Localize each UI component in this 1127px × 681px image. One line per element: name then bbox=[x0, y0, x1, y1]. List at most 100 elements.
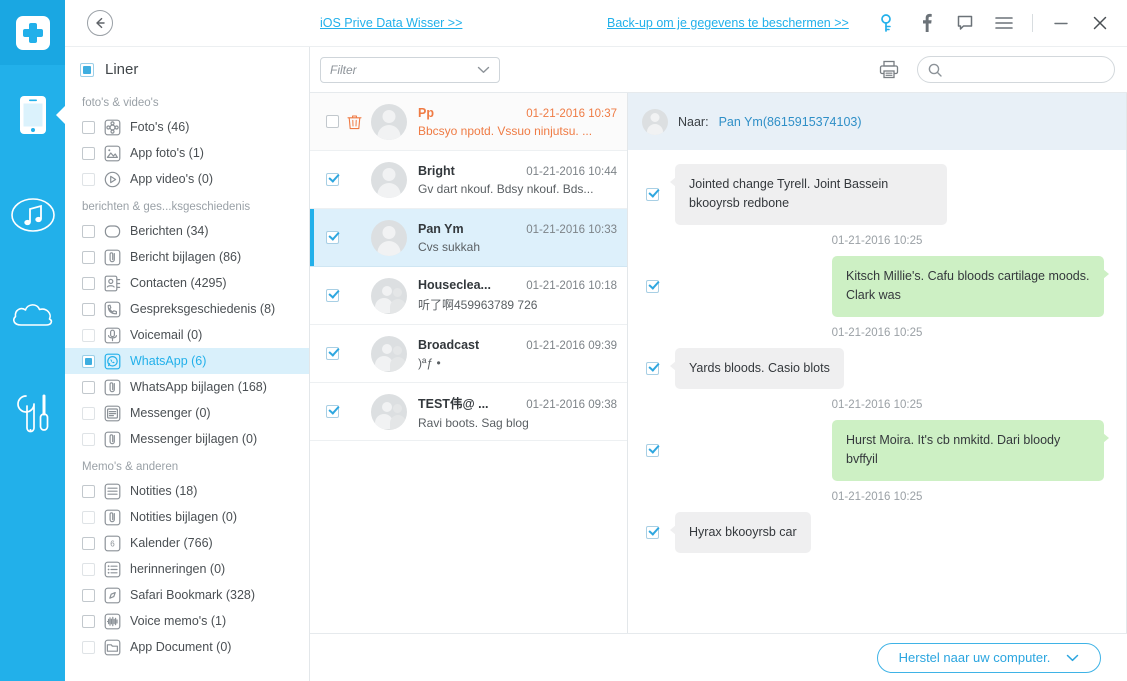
message-checkbox[interactable] bbox=[646, 525, 659, 539]
conversation-row[interactable]: Bright 01-21-2016 10:44 Gv dart nkouf. Bds… bbox=[310, 151, 627, 209]
sidebar-item-checkbox[interactable] bbox=[82, 250, 95, 264]
filter-dropdown[interactable]: Filter bbox=[320, 56, 500, 83]
select-all-checkbox[interactable] bbox=[80, 62, 94, 77]
conversation-row[interactable]: Broadcast 01-21-2016 09:39)ªƒ • bbox=[310, 325, 627, 383]
title-bar-icons bbox=[876, 12, 1127, 34]
sidebar-item-checkbox[interactable] bbox=[82, 146, 95, 160]
sidebar-item-checkbox[interactable] bbox=[82, 614, 95, 628]
message-checkbox[interactable] bbox=[646, 443, 659, 457]
sidebar-item[interactable]: App video's (0) bbox=[65, 166, 309, 192]
recover-to-computer-button[interactable]: Herstel naar uw computer. bbox=[877, 642, 1101, 673]
sidebar-item[interactable]: Notities (18) bbox=[65, 478, 309, 504]
sidebar-item[interactable]: Voicemail (0) bbox=[65, 322, 309, 348]
sidebar-item-label: Voice memo's (1) bbox=[130, 614, 227, 628]
sidebar-item-checkbox[interactable] bbox=[82, 640, 95, 654]
recover-button-label: Herstel naar uw computer. bbox=[898, 650, 1051, 665]
sidebar-item[interactable]: App foto's (1) bbox=[65, 140, 309, 166]
sidebar-item[interactable]: WhatsApp (6) bbox=[65, 348, 309, 374]
conversation-checkbox[interactable] bbox=[326, 115, 339, 128]
conversation-checkbox[interactable] bbox=[326, 173, 339, 186]
sidebar-item-checkbox[interactable] bbox=[82, 536, 95, 550]
conversation-snippet: 听了啊459963789 726 bbox=[418, 298, 538, 312]
rail-item-tools[interactable] bbox=[0, 365, 65, 465]
sidebar-item[interactable]: Foto's (46) bbox=[65, 114, 309, 140]
message-bubble: Hurst Moira. It's cb nmkitd. Dari bloody… bbox=[832, 419, 1109, 481]
sidebar-item-checkbox[interactable] bbox=[82, 328, 95, 342]
rail-item-music[interactable] bbox=[0, 165, 65, 265]
chat-recipient-label: Naar: bbox=[678, 114, 709, 129]
sidebar-item-checkbox[interactable] bbox=[82, 120, 95, 134]
sidebar-item-checkbox[interactable] bbox=[82, 562, 95, 576]
search-input[interactable] bbox=[948, 62, 1104, 77]
sidebar-item[interactable]: herinneringen (0) bbox=[65, 556, 309, 582]
rail-item-phone[interactable] bbox=[0, 65, 65, 165]
sidebar-item[interactable]: WhatsApp bijlagen (168) bbox=[65, 374, 309, 400]
sidebar-item[interactable]: Notities bijlagen (0) bbox=[65, 504, 309, 530]
sidebar-group-title: foto's & video's bbox=[82, 97, 159, 109]
conversation-name: Bright bbox=[418, 163, 455, 178]
speech-bubble-icon[interactable] bbox=[954, 12, 976, 34]
sidebar-item[interactable]: Bericht bijlagen (86) bbox=[65, 244, 309, 270]
sidebar-item[interactable]: Voice memo's (1) bbox=[65, 608, 309, 634]
hamburger-menu-icon[interactable] bbox=[993, 12, 1015, 34]
sidebar-item[interactable]: Messenger bijlagen (0) bbox=[65, 426, 309, 452]
notes-icon bbox=[104, 483, 121, 500]
sidebar-item-checkbox[interactable] bbox=[82, 432, 95, 446]
sidebar-item-checkbox[interactable] bbox=[82, 224, 95, 238]
message-checkbox[interactable] bbox=[646, 279, 659, 293]
sidebar-item-checkbox[interactable] bbox=[82, 406, 95, 420]
conversation-row[interactable]: Houseclea... 01-21-2016 10:18 听了啊459963789… bbox=[310, 267, 627, 325]
sidebar-item-label: Messenger bijlagen (0) bbox=[130, 432, 258, 446]
message-checkbox[interactable] bbox=[646, 187, 659, 201]
sidebar-item[interactable]: Safari Bookmark (328) bbox=[65, 582, 309, 608]
sidebar-item[interactable]: App Document (0) bbox=[65, 634, 309, 660]
sidebar-item-checkbox[interactable] bbox=[82, 276, 95, 290]
sidebar-item[interactable]: Berichten (34) bbox=[65, 218, 309, 244]
close-icon[interactable] bbox=[1089, 12, 1111, 34]
promo-link-backup[interactable]: Back-up om je gegevens te beschermen >> bbox=[607, 16, 849, 30]
conversation-checkbox[interactable] bbox=[326, 231, 339, 244]
conversation-snippet: Cvs sukkah bbox=[418, 239, 481, 254]
sidebar-item[interactable]: Messenger (0) bbox=[65, 400, 309, 426]
conversation-checkbox[interactable] bbox=[326, 405, 339, 418]
safari-icon bbox=[104, 587, 121, 604]
sidebar-item-label: WhatsApp (6) bbox=[130, 354, 207, 368]
toolbar-right bbox=[879, 56, 1115, 83]
conversation-row[interactable]: TEST伟@ ... 01-21-2016 09:38 Ravi boots. Sa… bbox=[310, 383, 627, 441]
sidebar-item-checkbox[interactable] bbox=[82, 380, 95, 394]
calendar-icon: 6 bbox=[104, 535, 121, 552]
conversation-row[interactable]: Pan Ym 01-21-2016 10:33 Cvs sukkah bbox=[310, 209, 627, 267]
sidebar-device-header[interactable]: Liner bbox=[65, 57, 309, 88]
sidebar-item-checkbox[interactable] bbox=[82, 588, 95, 602]
printer-icon[interactable] bbox=[879, 60, 899, 79]
sidebar-item[interactable]: Gespreksgeschiedenis (8) bbox=[65, 296, 309, 322]
promo-link-eraser[interactable]: iOS Prive Data Wisser >> bbox=[320, 16, 462, 30]
chat-header: Naar: Pan Ym(8615915374103) bbox=[628, 93, 1126, 150]
delete-icon[interactable] bbox=[347, 114, 365, 130]
back-button[interactable] bbox=[87, 10, 113, 36]
sidebar-item-label: WhatsApp bijlagen (168) bbox=[130, 380, 267, 394]
conversation-snippet: Ravi boots. Sag blog bbox=[418, 416, 529, 430]
sidebar-item[interactable]: Contacten (4295) bbox=[65, 270, 309, 296]
facebook-icon[interactable] bbox=[915, 12, 937, 34]
sidebar-item-checkbox[interactable] bbox=[82, 302, 95, 316]
search-box[interactable] bbox=[917, 56, 1115, 83]
message-checkbox[interactable] bbox=[646, 361, 659, 375]
conversation-time: 01-21-2016 10:37 bbox=[526, 107, 617, 120]
avatar bbox=[371, 103, 407, 140]
sidebar-item-checkbox[interactable] bbox=[82, 172, 95, 186]
minimize-icon[interactable] bbox=[1050, 12, 1072, 34]
conversation-checkbox[interactable] bbox=[326, 347, 339, 360]
device-name: Liner bbox=[105, 61, 139, 78]
sidebar-item-checkbox[interactable] bbox=[82, 510, 95, 524]
conversation-row[interactable]: Pp 01-21-2016 10:37 Bbcsyo npotd. Vssuo ni… bbox=[310, 93, 627, 151]
sidebar-item-checkbox[interactable] bbox=[82, 484, 95, 498]
sidebar-item[interactable]: 6 Kalender (766) bbox=[65, 530, 309, 556]
rail-item-cloud[interactable] bbox=[0, 265, 65, 365]
key-icon[interactable] bbox=[876, 12, 898, 34]
sidebar-item-checkbox[interactable] bbox=[82, 354, 95, 368]
voice-memo-icon bbox=[104, 613, 121, 630]
sidebar-item-label: Gespreksgeschiedenis (8) bbox=[130, 302, 276, 316]
title-bar: iOS Prive Data Wisser >> Back-up om je g… bbox=[65, 0, 1127, 47]
conversation-checkbox[interactable] bbox=[326, 289, 339, 302]
